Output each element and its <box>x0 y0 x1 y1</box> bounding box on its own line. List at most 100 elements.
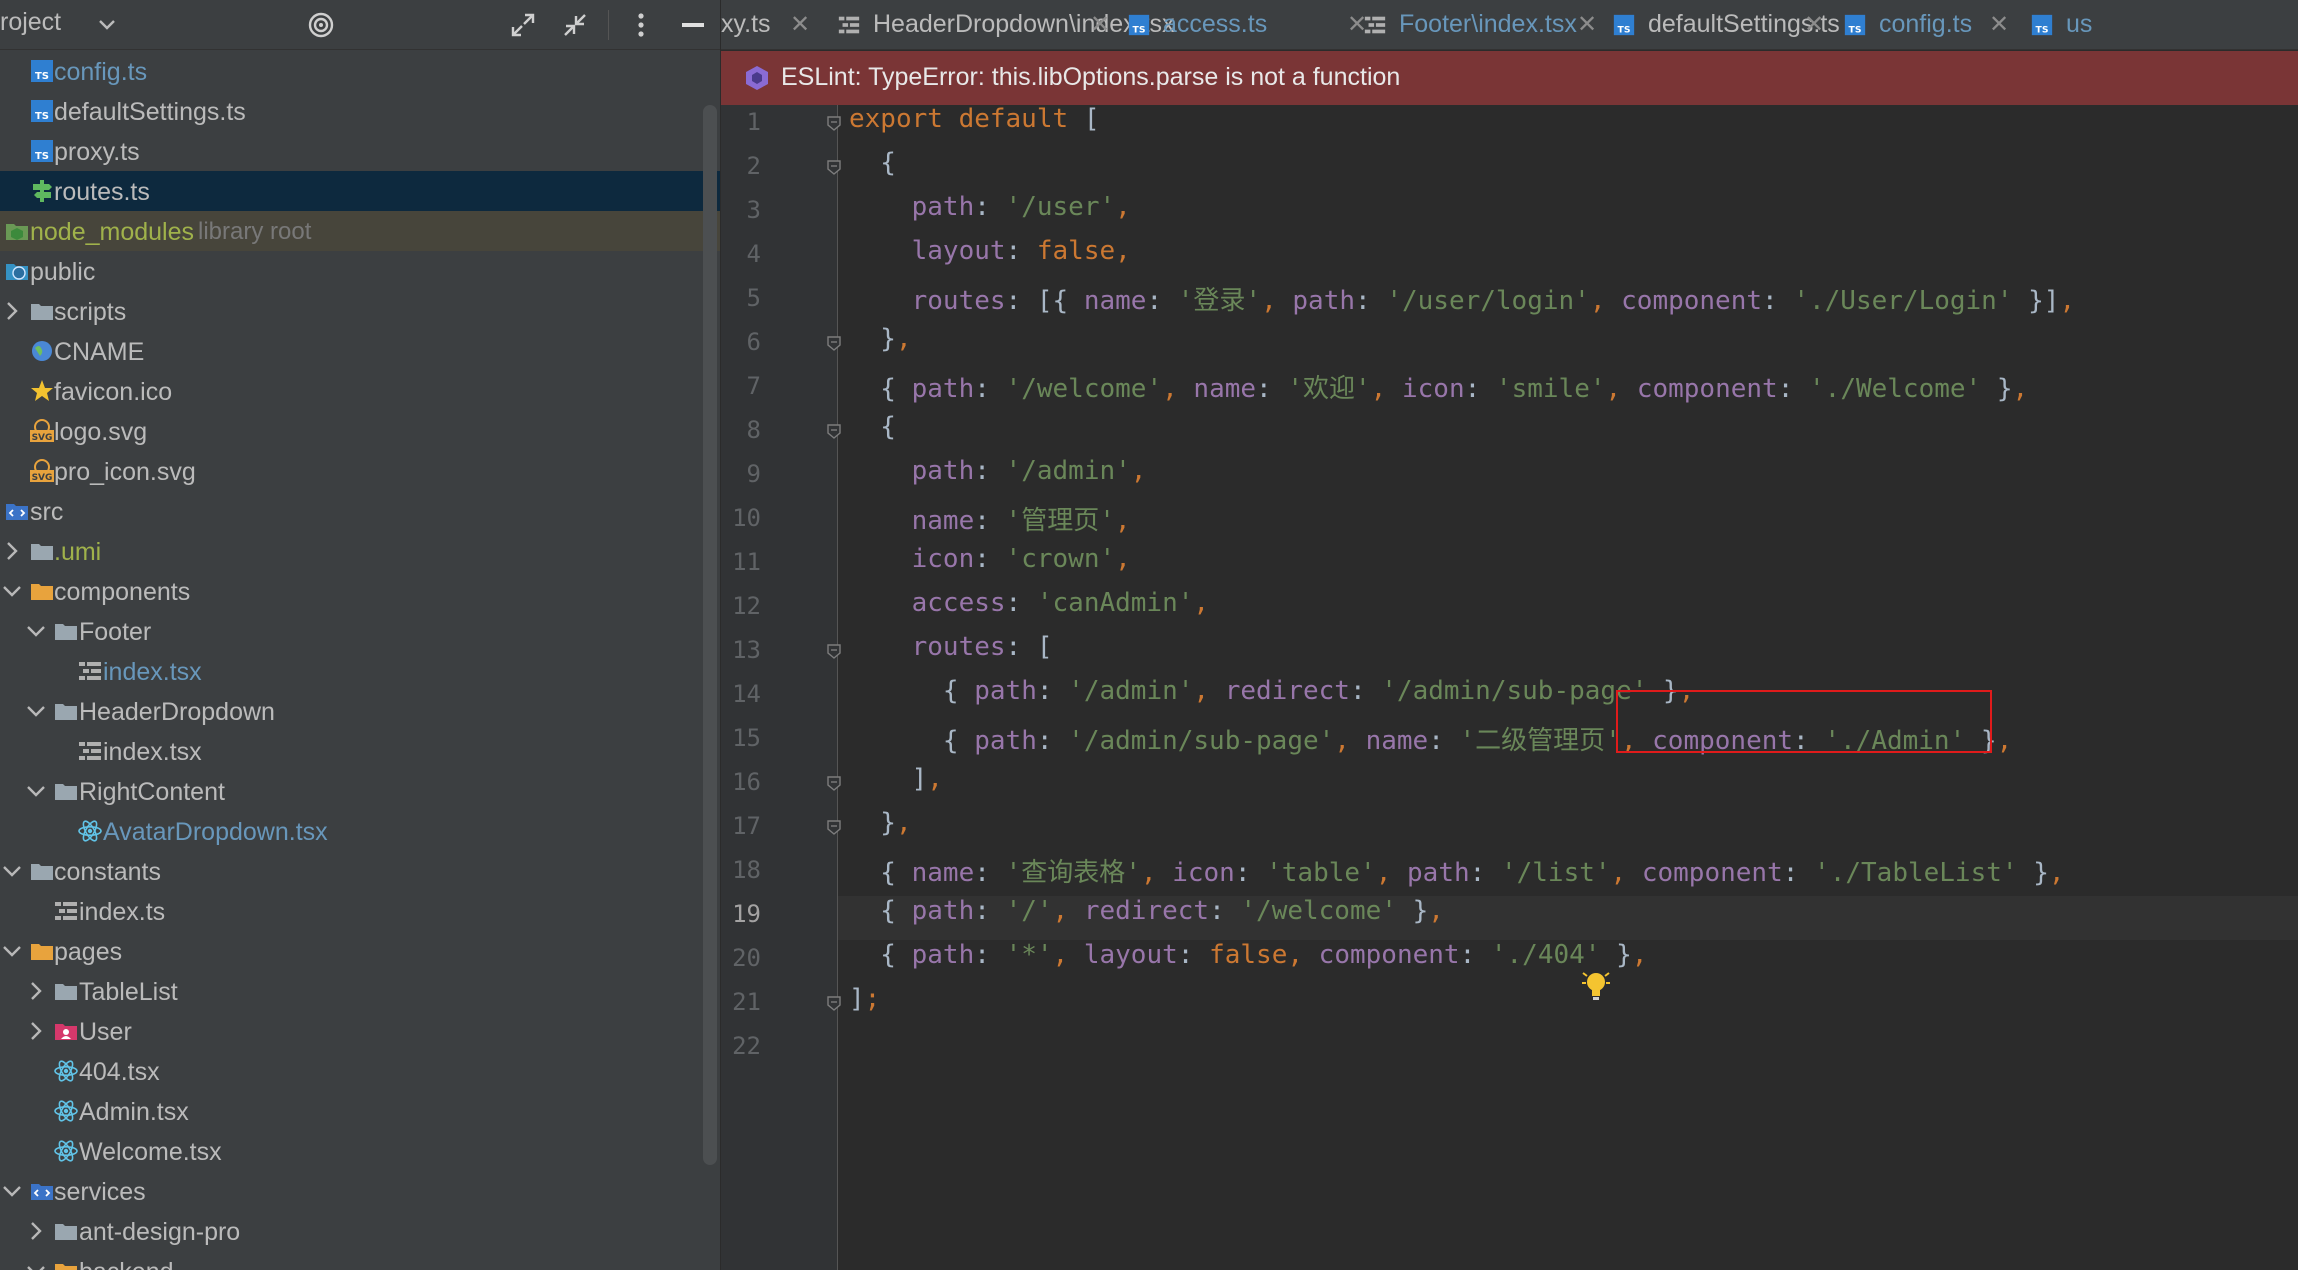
close-icon[interactable]: ✕ <box>1577 10 1597 39</box>
code-editor[interactable]: 1 2 3 4 5 6 7 8 9 10 11 12 13 14 15 16 17 18 19 20 21 22 expo… <box>721 104 2298 1270</box>
code-token: component <box>1641 858 1783 888</box>
chevron-down-icon[interactable] <box>0 859 24 883</box>
tree-item[interactable]: routes.ts <box>0 171 720 212</box>
svg-file-icon: SVG <box>29 458 55 484</box>
chevron-down-icon[interactable] <box>24 699 48 723</box>
chevron-right-icon[interactable] <box>24 1219 48 1243</box>
close-icon[interactable]: ✕ <box>1090 10 1110 39</box>
tree-item[interactable]: index.ts <box>0 891 720 931</box>
tree-item[interactable]: services <box>0 1171 720 1211</box>
tree-item[interactable]: CNAME <box>0 331 720 371</box>
tree-item[interactable]: backend <box>0 1251 720 1270</box>
tree-item[interactable]: favicon.ico <box>0 371 720 411</box>
more-icon[interactable] <box>622 6 660 44</box>
chevron-right-icon[interactable] <box>24 979 48 1003</box>
tree-item[interactable]: SVG pro_icon.svg <box>0 451 720 491</box>
chevron-right-icon[interactable] <box>24 1019 48 1043</box>
tab-label: xy.ts <box>721 10 771 38</box>
tree-item-label: index.tsx <box>103 658 202 687</box>
tree-item[interactable]: pages <box>0 931 720 971</box>
minimize-icon[interactable] <box>674 6 712 44</box>
chevron-down-icon[interactable] <box>0 579 24 603</box>
tab-label: access.ts <box>1163 10 1268 38</box>
tsx-file-icon <box>53 898 79 924</box>
tree-item[interactable]: public <box>0 251 720 291</box>
code-token: : [{ <box>1005 286 1084 316</box>
close-icon[interactable]: ✕ <box>790 10 810 39</box>
code-token: , <box>1261 286 1293 316</box>
fold-marker-icon[interactable] <box>825 158 843 176</box>
project-title[interactable]: roject <box>0 8 61 37</box>
code-token: icon <box>1401 374 1465 404</box>
fold-marker-icon[interactable] <box>825 642 843 660</box>
ts-file-icon: TS <box>2030 13 2054 37</box>
tree-item[interactable]: index.tsx <box>0 731 720 771</box>
code-token: : <box>1782 858 1815 888</box>
fold-marker-icon[interactable] <box>825 818 843 836</box>
chevron-down-icon[interactable] <box>88 6 126 44</box>
code-token: : <box>974 544 1006 574</box>
fold-marker-icon[interactable] <box>825 334 843 352</box>
tree-item-label: Welcome.tsx <box>79 1138 222 1167</box>
code-line: { path: '/welcome', name: '欢迎', icon: 's… <box>849 368 2028 405</box>
code-token: : <box>1209 896 1241 926</box>
close-icon[interactable]: ✕ <box>1804 10 1824 39</box>
code-line: { name: '查询表格', icon: 'table', path: '/l… <box>849 852 2064 889</box>
tree-item[interactable]: TS defaultSettings.ts <box>0 91 720 131</box>
tree-item[interactable]: Welcome.tsx <box>0 1131 720 1171</box>
line-number: 6 <box>746 328 761 356</box>
tree-item[interactable]: TS config.ts <box>0 51 720 91</box>
line-number: 4 <box>746 240 761 268</box>
tree-item[interactable]: ant-design-pro <box>0 1211 720 1251</box>
tree-item[interactable]: Footer <box>0 611 720 651</box>
code-token: ; <box>864 984 881 1014</box>
chevron-down-icon[interactable] <box>24 1259 48 1270</box>
chevron-right-icon[interactable] <box>0 299 24 323</box>
folder-icon <box>53 698 79 724</box>
code-token: './User/Login' <box>1793 286 2013 316</box>
chevron-down-icon[interactable] <box>0 939 24 963</box>
code-token: './TableList' <box>1814 858 2018 888</box>
chevron-down-icon[interactable] <box>24 779 48 803</box>
code-token: , <box>1631 940 1648 970</box>
code-token: , <box>1115 236 1131 266</box>
tree-item[interactable]: node_modules library root <box>0 211 720 252</box>
chevron-down-icon[interactable] <box>0 1179 24 1203</box>
tree-item[interactable]: 404.tsx <box>0 1051 720 1091</box>
tree-item[interactable]: RightContent <box>0 771 720 811</box>
tree-item[interactable]: User <box>0 1011 720 1051</box>
tree-item[interactable]: TableList <box>0 971 720 1011</box>
fold-marker-icon[interactable] <box>825 114 843 132</box>
chevron-down-icon[interactable] <box>24 619 48 643</box>
project-scrollbar[interactable] <box>703 105 717 1165</box>
tree-item[interactable]: components <box>0 571 720 611</box>
collapse-icon[interactable] <box>556 6 594 44</box>
fold-marker-icon[interactable] <box>825 422 843 440</box>
code-token: { <box>849 676 975 706</box>
tree-item[interactable]: SVG logo.svg <box>0 411 720 451</box>
ts-file-icon: TS <box>1612 13 1636 37</box>
lightbulb-icon[interactable] <box>1581 969 1611 1003</box>
code-token: , <box>1140 858 1173 888</box>
close-icon[interactable]: ✕ <box>1989 10 2009 39</box>
code-token: : <box>1349 676 1382 706</box>
tree-item[interactable]: HeaderDropdown <box>0 691 720 731</box>
fold-marker-icon[interactable] <box>825 994 843 1012</box>
chevron-right-icon[interactable] <box>0 539 24 563</box>
tree-item[interactable]: index.tsx <box>0 651 720 691</box>
tree-item[interactable]: AvatarDropdown.tsx <box>0 811 720 851</box>
code-token: access <box>849 588 1006 618</box>
tree-item[interactable]: src <box>0 491 720 531</box>
library-folder-icon <box>4 218 30 244</box>
tree-item[interactable]: constants <box>0 851 720 891</box>
target-icon[interactable] <box>302 6 340 44</box>
code-token: '查询表格' <box>1005 858 1141 888</box>
expand-icon[interactable] <box>504 6 542 44</box>
fold-marker-icon[interactable] <box>825 774 843 792</box>
code-token: routes <box>849 286 1006 316</box>
line-number: 5 <box>746 284 761 312</box>
tree-item[interactable]: Admin.tsx <box>0 1091 720 1131</box>
tree-item[interactable]: .umi <box>0 531 720 571</box>
tree-item[interactable]: TS proxy.ts <box>0 131 720 171</box>
tree-item[interactable]: scripts <box>0 291 720 331</box>
